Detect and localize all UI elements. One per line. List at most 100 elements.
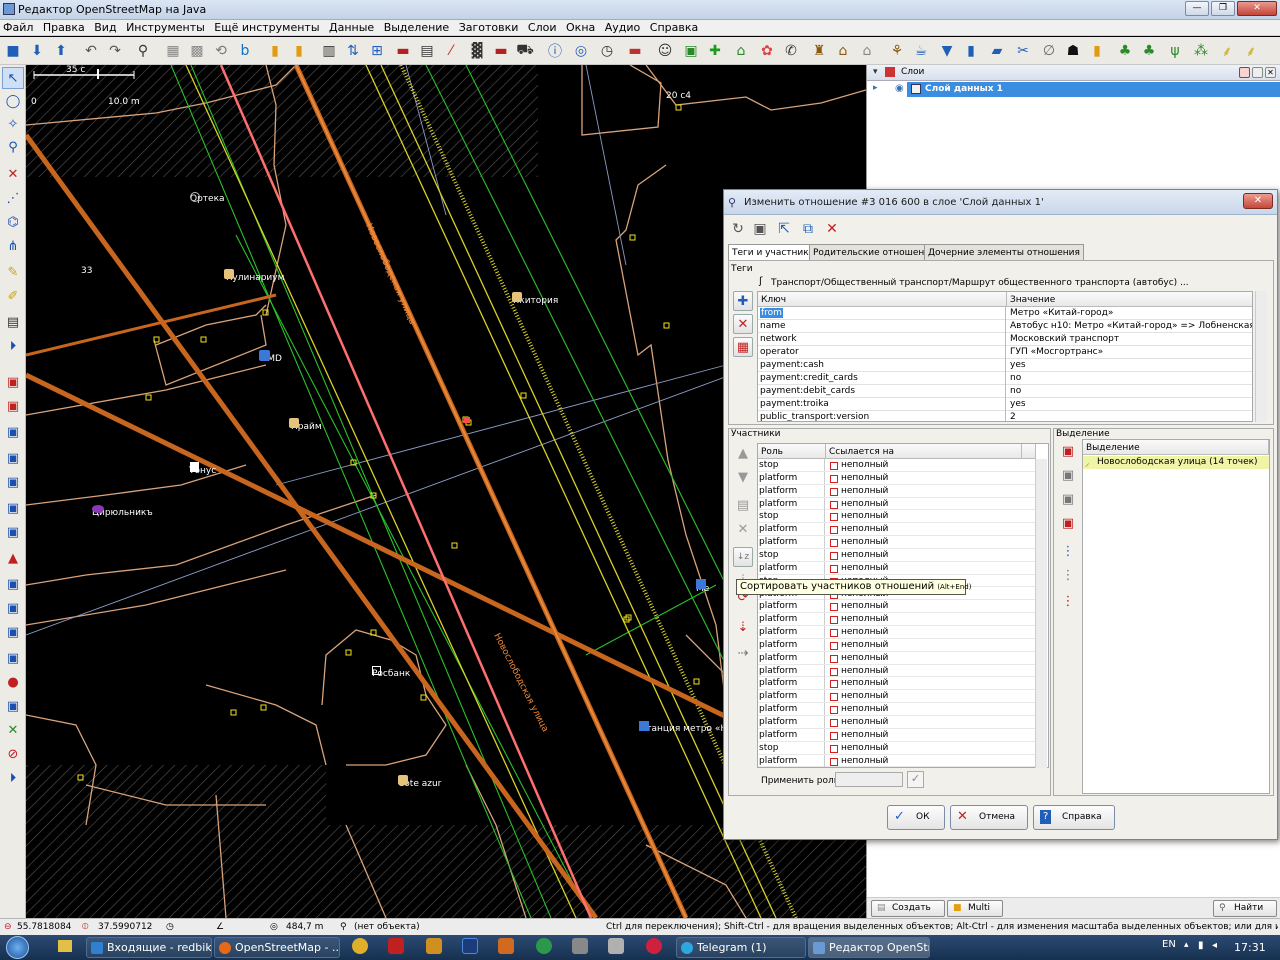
bag-icon[interactable]: ▰	[986, 40, 1008, 62]
copy-icon[interactable]: ▦	[162, 40, 184, 62]
tag-value[interactable]: Автобус н10: Метро «Китай-город» => Лобн…	[1007, 320, 1252, 333]
tray-arrow-icon[interactable]: ▴	[1184, 940, 1189, 950]
clinic-poi-icon[interactable]	[259, 350, 270, 361]
russia-flag-icon[interactable]: ▬	[624, 40, 646, 62]
visibility-eye-icon[interactable]: ◉	[895, 83, 904, 94]
ok-button[interactable]: ✓ ОК	[887, 805, 945, 830]
delete-relation-icon[interactable]: ✕	[822, 219, 842, 239]
move-up-icon[interactable]: ▲	[733, 443, 753, 463]
member-role[interactable]: stop	[758, 548, 825, 561]
task-josm[interactable]: Редактор OpenStr...	[808, 937, 930, 958]
menu-presets[interactable]: Заготовки	[456, 20, 522, 34]
location-pin-icon[interactable]: ●	[2, 671, 24, 693]
lasso-tool-icon[interactable]: ◯	[2, 90, 24, 112]
parallel-tool-icon[interactable]: ⋰	[2, 187, 24, 209]
redo-icon[interactable]: ↷	[104, 40, 126, 62]
tag-key[interactable]: from	[760, 308, 783, 318]
edit-member-icon[interactable]: ▤	[733, 495, 753, 515]
preset-path[interactable]: Транспорт/Общественный транспорт/Маршрут…	[771, 278, 1189, 288]
zoom-tool-icon[interactable]: ⚲	[2, 136, 24, 158]
toggle-dialog-6-icon[interactable]: ▣	[2, 497, 24, 519]
checker-icon[interactable]: ▓	[466, 40, 488, 62]
member-ref[interactable]: неполный	[828, 613, 1023, 625]
remove-member-icon[interactable]: ✕	[733, 519, 753, 539]
pharmacy-icon[interactable]: ✚	[704, 40, 726, 62]
member-row[interactable]: platformнеполный	[758, 677, 1036, 691]
task-telegram[interactable]: Telegram (1)	[676, 937, 806, 958]
barrier-icon[interactable]: ⁄	[440, 40, 462, 62]
info-icon[interactable]: ⓘ	[544, 40, 566, 62]
bus-stop-icon[interactable]: ⊞	[366, 40, 388, 62]
menu-data[interactable]: Данные	[326, 20, 377, 34]
tag-value-header[interactable]: Значение	[1007, 292, 1252, 307]
shop-icon[interactable]: ▮	[288, 40, 310, 62]
home-icon[interactable]: ⌂	[856, 40, 878, 62]
member-role-header[interactable]: Роль	[758, 444, 826, 459]
menu-help[interactable]: Справка	[647, 20, 701, 34]
sort-members-button[interactable]: ↓z	[733, 547, 753, 567]
pharmacy-poi-icon[interactable]	[190, 192, 200, 202]
member-ref[interactable]: неполный	[828, 665, 1023, 677]
toggle-dialog-11-icon[interactable]: ▣	[2, 647, 24, 669]
member-ref[interactable]: неполный	[828, 626, 1023, 638]
member-role[interactable]: platform	[758, 703, 825, 716]
member-role[interactable]: platform	[758, 716, 825, 728]
tag-value[interactable]: ГУП «Мосгортранс»	[1007, 346, 1252, 359]
extrude-tool-icon[interactable]: ⋔	[2, 235, 24, 257]
delete-tool-icon[interactable]: ✕	[2, 163, 24, 185]
phone-icon[interactable]: ✆	[780, 40, 802, 62]
add-tag-button[interactable]: ✚	[733, 291, 753, 311]
tag-row[interactable]: payment:troika yes	[758, 398, 1252, 411]
railway-icon[interactable]: ▤	[416, 40, 438, 62]
member-role[interactable]: platform	[758, 561, 825, 574]
member-role[interactable]: stop	[758, 510, 825, 523]
car-icon[interactable]: ⛟	[514, 40, 536, 62]
tag-row[interactable]: name Автобус н10: Метро «Китай-город» => …	[758, 320, 1252, 333]
network-icon[interactable]: ▮	[1198, 940, 1204, 951]
member-role[interactable]: platform	[758, 754, 825, 767]
toggle-dialog-2-icon[interactable]: ▣	[2, 395, 24, 417]
member-row[interactable]: platformнеполный	[758, 728, 1036, 742]
member-role[interactable]: platform	[758, 651, 825, 664]
undo-icon[interactable]: ↶	[80, 40, 102, 62]
replace-selection-icon[interactable]: ⋮	[1058, 591, 1078, 611]
add-at-start-icon[interactable]: ▣	[1058, 441, 1078, 461]
member-role[interactable]: platform	[758, 484, 825, 497]
toggle-dialog-4-icon[interactable]: ▣	[2, 447, 24, 469]
member-role[interactable]: platform	[758, 626, 825, 639]
theatre-icon[interactable]: ☺	[654, 40, 676, 62]
member-row[interactable]: stopнеполный	[758, 459, 1036, 472]
tag-key[interactable]: payment:troika	[758, 398, 1006, 411]
selection-item[interactable]: ⸝ Новослободская улица (14 точек)	[1083, 456, 1269, 469]
member-ref[interactable]: неполный	[828, 703, 1023, 715]
select-tool-icon[interactable]: ↖	[2, 67, 24, 89]
clock-icon[interactable]: ◷	[596, 40, 618, 62]
tab-tags-members[interactable]: Теги и участники	[728, 244, 819, 261]
kitchen-poi-icon[interactable]	[224, 269, 234, 279]
road-sign-icon[interactable]: ⇅	[342, 40, 364, 62]
fence-icon[interactable]: ▬	[490, 40, 512, 62]
toggle-dialog-12-icon[interactable]: ▣	[2, 695, 24, 717]
coin-icon[interactable]: ◎	[570, 40, 592, 62]
pencil-icon[interactable]: ✎	[2, 261, 24, 283]
member-ref[interactable]: неполный	[828, 742, 1023, 754]
layer-row-data1[interactable]: ▸ ◉ Слой данных 1	[867, 82, 1280, 97]
member-ref[interactable]: неполный	[828, 690, 1023, 702]
menu-layers[interactable]: Слои	[525, 20, 560, 34]
clothes-icon[interactable]: ▼	[936, 40, 958, 62]
castle-icon[interactable]: ♜	[808, 40, 830, 62]
fitness-poi-icon[interactable]	[190, 462, 199, 472]
delete-tag-button[interactable]: ✕	[733, 314, 753, 334]
warning-dialog-icon[interactable]: ▲	[2, 547, 24, 569]
minimize-panel-icon[interactable]	[1252, 67, 1263, 78]
bench-icon[interactable]: ⌂	[730, 40, 752, 62]
tag-row[interactable]: network Московский транспорт	[758, 333, 1252, 346]
member-row[interactable]: platformнеполный	[758, 497, 1036, 511]
filezilla-icon[interactable]	[388, 938, 404, 954]
restaurant-poi-icon[interactable]	[512, 292, 522, 302]
app1-icon[interactable]	[426, 938, 442, 954]
photoshop-icon[interactable]	[462, 938, 478, 954]
add-selected-before-icon[interactable]: ⇣	[733, 617, 753, 637]
member-role[interactable]: platform	[758, 677, 825, 690]
download-icon[interactable]: ⬇	[26, 40, 48, 62]
